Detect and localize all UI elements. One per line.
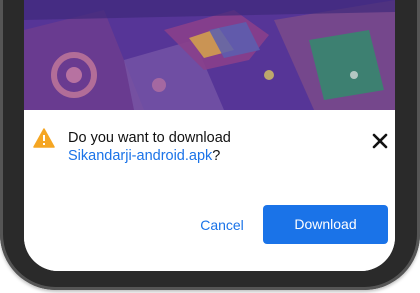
warning-icon (33, 128, 55, 148)
message-prefix: Do you want to download (68, 130, 231, 146)
download-button[interactable]: Download (263, 205, 388, 244)
download-message: Do you want to download Sikandarji-andro… (68, 129, 358, 165)
close-icon[interactable] (371, 132, 389, 150)
cancel-button[interactable]: Cancel (190, 208, 254, 242)
download-dialog: Do you want to download Sikandarji-andro… (24, 110, 395, 271)
game-banner-image (24, 0, 395, 110)
ludo-board-illustration (24, 0, 395, 110)
page: Do you want to download Sikandarji-andro… (0, 0, 420, 293)
phone-screen: Do you want to download Sikandarji-andro… (24, 0, 395, 271)
message-suffix: ? (212, 148, 221, 164)
file-name-link[interactable]: Sikandarji-android.apk (68, 148, 212, 164)
